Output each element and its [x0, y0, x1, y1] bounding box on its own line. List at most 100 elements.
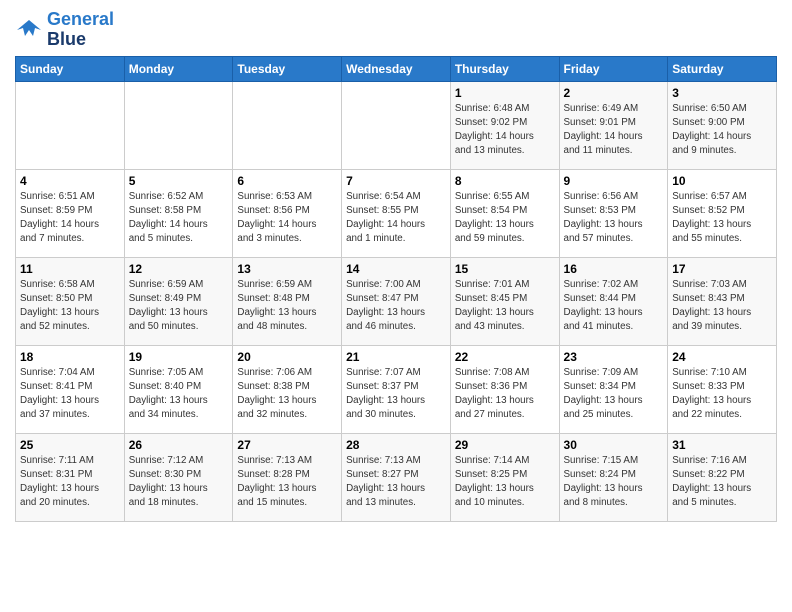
day-number: 8	[455, 174, 555, 188]
day-info: Sunrise: 7:08 AM Sunset: 8:36 PM Dayligh…	[455, 366, 555, 423]
day-cell-23: 23 Sunrise: 7:09 AM Sunset: 8:34 PM Dayli…	[559, 345, 668, 433]
day-cell-empty	[233, 81, 342, 169]
day-info: Sunrise: 7:13 AM Sunset: 8:28 PM Dayligh…	[237, 454, 337, 511]
day-cell-27: 27 Sunrise: 7:13 AM Sunset: 8:28 PM Dayli…	[233, 433, 342, 521]
day-number: 26	[129, 438, 229, 452]
day-number: 17	[672, 262, 772, 276]
day-number: 3	[672, 86, 772, 100]
header-day-tuesday: Tuesday	[233, 56, 342, 81]
day-info: Sunrise: 7:03 AM Sunset: 8:43 PM Dayligh…	[672, 278, 772, 335]
day-cell-5: 5Sunrise: 6:52 AM Sunset: 8:58 PM Daylig…	[124, 169, 233, 257]
day-number: 11	[20, 262, 120, 276]
day-number: 29	[455, 438, 555, 452]
day-info: Sunrise: 7:12 AM Sunset: 8:30 PM Dayligh…	[129, 454, 229, 511]
day-cell-14: 14 Sunrise: 7:00 AM Sunset: 8:47 PM Dayli…	[342, 257, 451, 345]
day-info: Sunrise: 6:59 AM Sunset: 8:49 PM Dayligh…	[129, 278, 229, 335]
day-number: 19	[129, 350, 229, 364]
day-info: Sunrise: 6:51 AM Sunset: 8:59 PM Dayligh…	[20, 190, 120, 247]
day-info: Sunrise: 6:53 AM Sunset: 8:56 PM Dayligh…	[237, 190, 337, 247]
day-cell-12: 12 Sunrise: 6:59 AM Sunset: 8:49 PM Dayli…	[124, 257, 233, 345]
logo-icon	[15, 16, 43, 44]
header-day-friday: Friday	[559, 56, 668, 81]
day-cell-25: 25Sunrise: 7:11 AM Sunset: 8:31 PM Dayli…	[16, 433, 125, 521]
day-number: 5	[129, 174, 229, 188]
day-number: 2	[564, 86, 664, 100]
day-info: Sunrise: 7:01 AM Sunset: 8:45 PM Dayligh…	[455, 278, 555, 335]
day-cell-26: 26 Sunrise: 7:12 AM Sunset: 8:30 PM Dayli…	[124, 433, 233, 521]
day-cell-21: 21 Sunrise: 7:07 AM Sunset: 8:37 PM Dayli…	[342, 345, 451, 433]
day-number: 27	[237, 438, 337, 452]
day-info: Sunrise: 6:56 AM Sunset: 8:53 PM Dayligh…	[564, 190, 664, 247]
day-cell-20: 20Sunrise: 7:06 AM Sunset: 8:38 PM Dayli…	[233, 345, 342, 433]
day-info: Sunrise: 6:57 AM Sunset: 8:52 PM Dayligh…	[672, 190, 772, 247]
day-info: Sunrise: 7:05 AM Sunset: 8:40 PM Dayligh…	[129, 366, 229, 423]
day-cell-empty	[342, 81, 451, 169]
day-info: Sunrise: 7:14 AM Sunset: 8:25 PM Dayligh…	[455, 454, 555, 511]
day-cell-7: 7Sunrise: 6:54 AM Sunset: 8:55 PM Daylig…	[342, 169, 451, 257]
day-cell-6: 6Sunrise: 6:53 AM Sunset: 8:56 PM Daylig…	[233, 169, 342, 257]
day-cell-30: 30 Sunrise: 7:15 AM Sunset: 8:24 PM Dayli…	[559, 433, 668, 521]
day-cell-31: 31 Sunrise: 7:16 AM Sunset: 8:22 PM Dayli…	[668, 433, 777, 521]
day-info: Sunrise: 6:58 AM Sunset: 8:50 PM Dayligh…	[20, 278, 120, 335]
day-info: Sunrise: 7:09 AM Sunset: 8:34 PM Dayligh…	[564, 366, 664, 423]
day-info: Sunrise: 7:04 AM Sunset: 8:41 PM Dayligh…	[20, 366, 120, 423]
day-cell-22: 22 Sunrise: 7:08 AM Sunset: 8:36 PM Dayli…	[450, 345, 559, 433]
day-cell-16: 16 Sunrise: 7:02 AM Sunset: 8:44 PM Dayli…	[559, 257, 668, 345]
day-cell-11: 11 Sunrise: 6:58 AM Sunset: 8:50 PM Dayli…	[16, 257, 125, 345]
header-day-saturday: Saturday	[668, 56, 777, 81]
week-row-5: 25Sunrise: 7:11 AM Sunset: 8:31 PM Dayli…	[16, 433, 777, 521]
day-cell-empty	[124, 81, 233, 169]
day-info: Sunrise: 7:06 AM Sunset: 8:38 PM Dayligh…	[237, 366, 337, 423]
day-cell-29: 29 Sunrise: 7:14 AM Sunset: 8:25 PM Dayli…	[450, 433, 559, 521]
header: GeneralBlue	[15, 10, 777, 50]
day-info: Sunrise: 7:10 AM Sunset: 8:33 PM Dayligh…	[672, 366, 772, 423]
day-number: 25	[20, 438, 120, 452]
calendar-table: SundayMondayTuesdayWednesdayThursdayFrid…	[15, 56, 777, 522]
day-cell-2: 2 Sunrise: 6:49 AM Sunset: 9:01 PM Daylig…	[559, 81, 668, 169]
day-cell-8: 8 Sunrise: 6:55 AM Sunset: 8:54 PM Daylig…	[450, 169, 559, 257]
day-info: Sunrise: 7:15 AM Sunset: 8:24 PM Dayligh…	[564, 454, 664, 511]
day-info: Sunrise: 7:00 AM Sunset: 8:47 PM Dayligh…	[346, 278, 446, 335]
day-info: Sunrise: 7:13 AM Sunset: 8:27 PM Dayligh…	[346, 454, 446, 511]
day-number: 4	[20, 174, 120, 188]
day-info: Sunrise: 6:48 AM Sunset: 9:02 PM Dayligh…	[455, 102, 555, 159]
day-info: Sunrise: 7:02 AM Sunset: 8:44 PM Dayligh…	[564, 278, 664, 335]
day-number: 16	[564, 262, 664, 276]
week-row-2: 4 Sunrise: 6:51 AM Sunset: 8:59 PM Daylig…	[16, 169, 777, 257]
calendar-body: 1 Sunrise: 6:48 AM Sunset: 9:02 PM Daylig…	[16, 81, 777, 521]
day-cell-28: 28Sunrise: 7:13 AM Sunset: 8:27 PM Dayli…	[342, 433, 451, 521]
header-day-thursday: Thursday	[450, 56, 559, 81]
day-number: 21	[346, 350, 446, 364]
day-number: 18	[20, 350, 120, 364]
week-row-4: 18 Sunrise: 7:04 AM Sunset: 8:41 PM Dayli…	[16, 345, 777, 433]
day-number: 9	[564, 174, 664, 188]
day-number: 30	[564, 438, 664, 452]
day-info: Sunrise: 7:16 AM Sunset: 8:22 PM Dayligh…	[672, 454, 772, 511]
day-cell-19: 19 Sunrise: 7:05 AM Sunset: 8:40 PM Dayli…	[124, 345, 233, 433]
day-cell-15: 15 Sunrise: 7:01 AM Sunset: 8:45 PM Dayli…	[450, 257, 559, 345]
day-number: 10	[672, 174, 772, 188]
header-day-sunday: Sunday	[16, 56, 125, 81]
day-info: Sunrise: 7:07 AM Sunset: 8:37 PM Dayligh…	[346, 366, 446, 423]
week-row-1: 1 Sunrise: 6:48 AM Sunset: 9:02 PM Daylig…	[16, 81, 777, 169]
day-number: 22	[455, 350, 555, 364]
day-cell-3: 3Sunrise: 6:50 AM Sunset: 9:00 PM Daylig…	[668, 81, 777, 169]
calendar-header-row: SundayMondayTuesdayWednesdayThursdayFrid…	[16, 56, 777, 81]
day-number: 14	[346, 262, 446, 276]
day-number: 15	[455, 262, 555, 276]
day-info: Sunrise: 6:49 AM Sunset: 9:01 PM Dayligh…	[564, 102, 664, 159]
day-number: 13	[237, 262, 337, 276]
day-cell-10: 10 Sunrise: 6:57 AM Sunset: 8:52 PM Dayli…	[668, 169, 777, 257]
day-info: Sunrise: 6:55 AM Sunset: 8:54 PM Dayligh…	[455, 190, 555, 247]
day-cell-13: 13Sunrise: 6:59 AM Sunset: 8:48 PM Dayli…	[233, 257, 342, 345]
day-cell-empty	[16, 81, 125, 169]
day-number: 7	[346, 174, 446, 188]
day-cell-4: 4 Sunrise: 6:51 AM Sunset: 8:59 PM Daylig…	[16, 169, 125, 257]
header-day-monday: Monday	[124, 56, 233, 81]
day-number: 24	[672, 350, 772, 364]
day-number: 23	[564, 350, 664, 364]
day-number: 1	[455, 86, 555, 100]
day-number: 12	[129, 262, 229, 276]
day-number: 31	[672, 438, 772, 452]
day-cell-9: 9 Sunrise: 6:56 AM Sunset: 8:53 PM Daylig…	[559, 169, 668, 257]
